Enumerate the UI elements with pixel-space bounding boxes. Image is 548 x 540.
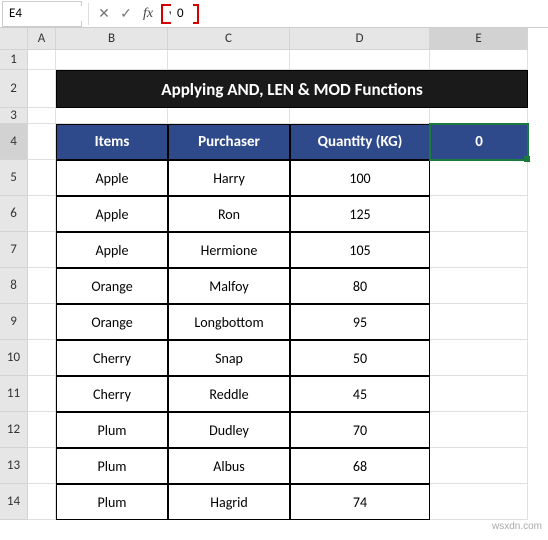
cell-E3[interactable] <box>430 108 528 124</box>
cell-item[interactable]: Orange <box>56 304 168 340</box>
cell-E4[interactable]: 0 <box>430 124 528 160</box>
spreadsheet-grid: A B C D E 1 2 Applying AND, LEN & MOD Fu… <box>0 28 548 520</box>
cell-B3[interactable] <box>56 108 168 124</box>
cell-qty[interactable]: 80 <box>290 268 430 304</box>
cell-A3[interactable] <box>28 108 56 124</box>
formula-highlight <box>161 4 199 24</box>
row-header-7[interactable]: 7 <box>0 232 28 268</box>
cell-purchaser[interactable]: Hermione <box>168 232 290 268</box>
cell-qty[interactable]: 50 <box>290 340 430 376</box>
row-header-11[interactable]: 11 <box>0 376 28 412</box>
cell-C1[interactable] <box>168 50 290 70</box>
cell-E11[interactable] <box>430 376 528 412</box>
row-header-12[interactable]: 12 <box>0 412 28 448</box>
fx-icon[interactable]: fx <box>137 3 159 25</box>
cell-purchaser[interactable]: Snap <box>168 340 290 376</box>
cell-C3[interactable] <box>168 108 290 124</box>
col-header-A[interactable]: A <box>28 28 56 50</box>
column-headers: A B C D E <box>0 28 548 50</box>
cell-qty[interactable]: 68 <box>290 448 430 484</box>
cell-E10[interactable] <box>430 340 528 376</box>
header-quantity[interactable]: Quantity (KG) <box>290 124 430 160</box>
cell-A9[interactable] <box>28 304 56 340</box>
cell-A7[interactable] <box>28 232 56 268</box>
cell-A8[interactable] <box>28 268 56 304</box>
header-items[interactable]: Items <box>56 124 168 160</box>
row-header-5[interactable]: 5 <box>0 160 28 196</box>
cancel-icon[interactable]: ✕ <box>93 3 115 25</box>
select-all-corner[interactable] <box>0 28 28 50</box>
cell-purchaser[interactable]: Malfoy <box>168 268 290 304</box>
cell-qty[interactable]: 95 <box>290 304 430 340</box>
cell-item[interactable]: Plum <box>56 412 168 448</box>
cell-qty[interactable]: 45 <box>290 376 430 412</box>
formula-input[interactable] <box>171 3 193 25</box>
col-header-B[interactable]: B <box>56 28 168 50</box>
col-header-E[interactable]: E <box>430 28 528 50</box>
cell-E13[interactable] <box>430 448 528 484</box>
cell-qty[interactable]: 105 <box>290 232 430 268</box>
cell-A2[interactable] <box>28 70 56 108</box>
cell-A6[interactable] <box>28 196 56 232</box>
title-cell[interactable]: Applying AND, LEN & MOD Functions <box>56 70 528 108</box>
row-header-9[interactable]: 9 <box>0 304 28 340</box>
cell-purchaser[interactable]: Dudley <box>168 412 290 448</box>
row-header-8[interactable]: 8 <box>0 268 28 304</box>
row-header-14[interactable]: 14 <box>0 484 28 520</box>
row-header-3[interactable]: 3 <box>0 108 28 124</box>
cell-E8[interactable] <box>430 268 528 304</box>
watermark: wsxdn.com <box>492 521 542 532</box>
name-box[interactable]: ▾ <box>2 1 82 27</box>
cell-E14[interactable] <box>430 484 528 520</box>
cell-A10[interactable] <box>28 340 56 376</box>
cell-A14[interactable] <box>28 484 56 520</box>
cell-E6[interactable] <box>430 196 528 232</box>
cell-D1[interactable] <box>290 50 430 70</box>
row-header-4[interactable]: 4 <box>0 124 28 160</box>
cell-A13[interactable] <box>28 448 56 484</box>
cell-A5[interactable] <box>28 160 56 196</box>
cell-A11[interactable] <box>28 376 56 412</box>
cell-purchaser[interactable]: Harry <box>168 160 290 196</box>
col-header-D[interactable]: D <box>290 28 430 50</box>
formula-bar: ▾ ✕ ✓ fx <box>0 0 548 28</box>
cell-D3[interactable] <box>290 108 430 124</box>
cell-item[interactable]: Apple <box>56 160 168 196</box>
header-purchaser[interactable]: Purchaser <box>168 124 290 160</box>
cell-E1[interactable] <box>430 50 528 70</box>
cell-purchaser[interactable]: Longbottom <box>168 304 290 340</box>
cell-purchaser[interactable]: Ron <box>168 196 290 232</box>
cell-qty[interactable]: 74 <box>290 484 430 520</box>
cell-item[interactable]: Plum <box>56 448 168 484</box>
row-header-1[interactable]: 1 <box>0 50 28 70</box>
cell-E5[interactable] <box>430 160 528 196</box>
cell-A4[interactable] <box>28 124 56 160</box>
cell-qty[interactable]: 100 <box>290 160 430 196</box>
cell-E12[interactable] <box>430 412 528 448</box>
cell-item[interactable]: Apple <box>56 196 168 232</box>
cell-B1[interactable] <box>56 50 168 70</box>
confirm-icon[interactable]: ✓ <box>115 3 137 25</box>
row-header-2[interactable]: 2 <box>0 70 28 108</box>
cell-purchaser[interactable]: Hagrid <box>168 484 290 520</box>
cell-item[interactable]: Orange <box>56 268 168 304</box>
cell-item[interactable]: Apple <box>56 232 168 268</box>
cell-item[interactable]: Cherry <box>56 340 168 376</box>
cell-qty[interactable]: 70 <box>290 412 430 448</box>
cell-A12[interactable] <box>28 412 56 448</box>
row-header-13[interactable]: 13 <box>0 448 28 484</box>
row-header-6[interactable]: 6 <box>0 196 28 232</box>
cell-A1[interactable] <box>28 50 56 70</box>
cell-E9[interactable] <box>430 304 528 340</box>
cell-item[interactable]: Plum <box>56 484 168 520</box>
cell-purchaser[interactable]: Reddle <box>168 376 290 412</box>
separator <box>88 3 89 25</box>
cell-qty[interactable]: 125 <box>290 196 430 232</box>
cell-purchaser[interactable]: Albus <box>168 448 290 484</box>
cell-E7[interactable] <box>430 232 528 268</box>
col-header-C[interactable]: C <box>168 28 290 50</box>
cell-item[interactable]: Cherry <box>56 376 168 412</box>
row-header-10[interactable]: 10 <box>0 340 28 376</box>
